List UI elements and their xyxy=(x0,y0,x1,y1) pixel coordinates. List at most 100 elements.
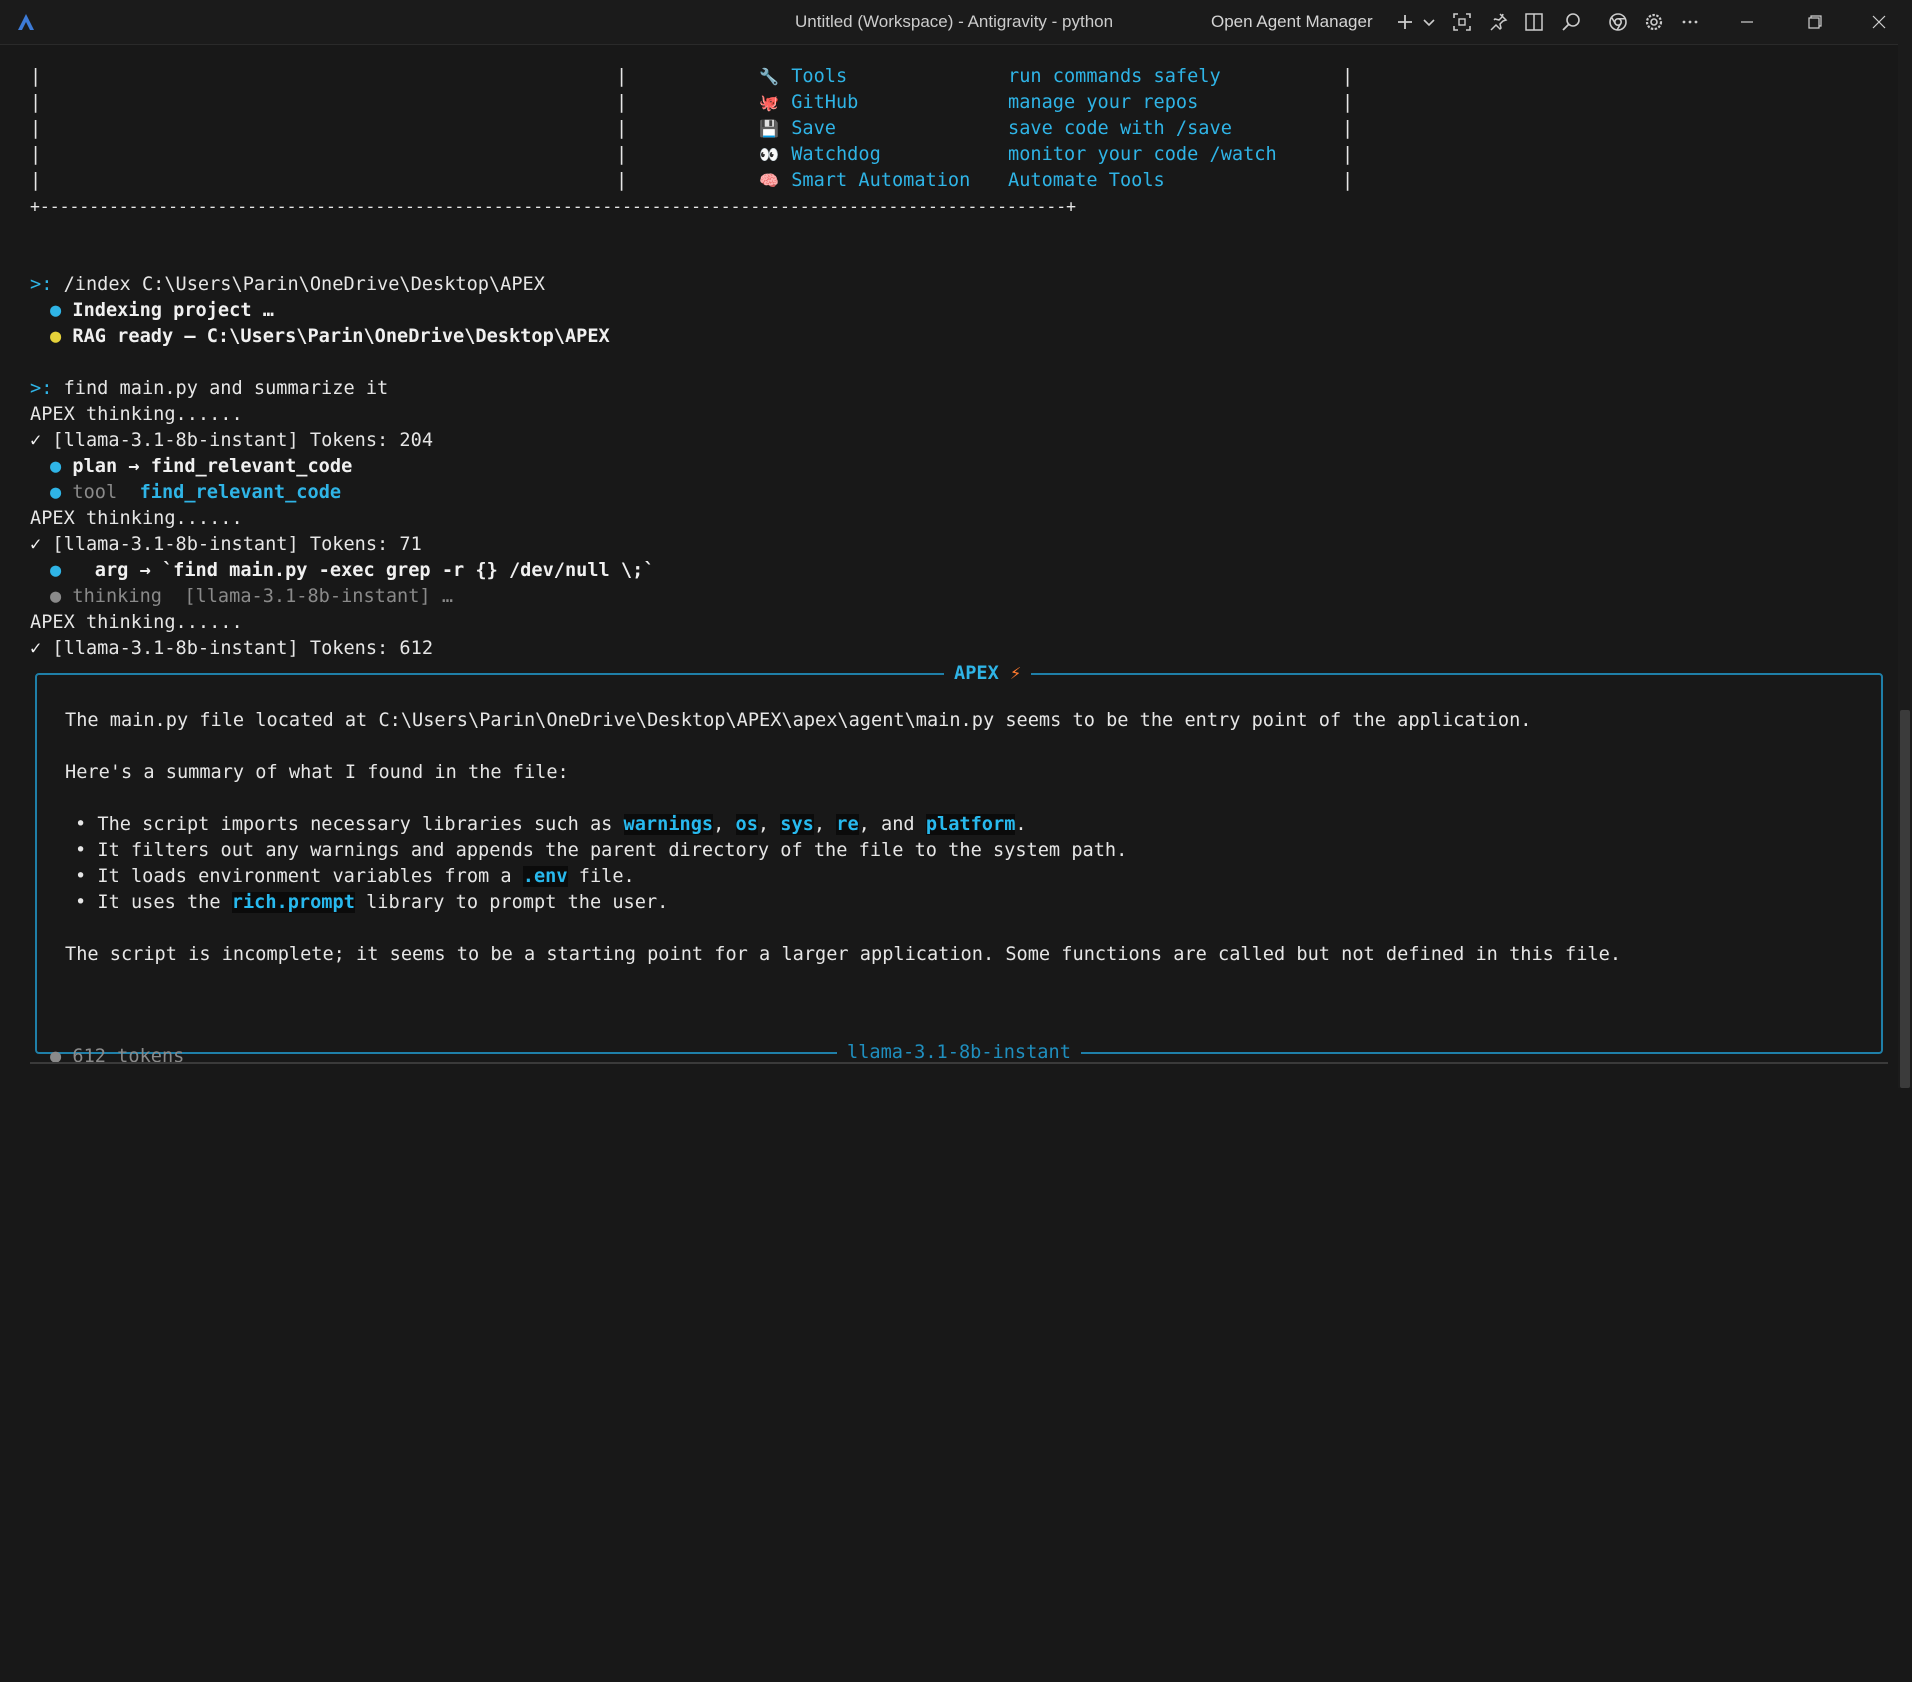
tool-name: Save xyxy=(791,118,836,139)
divider xyxy=(30,1062,1888,1064)
tool-description: Automate Tools xyxy=(1008,170,1165,191)
tool-name: GitHub xyxy=(791,92,859,113)
antigravity-logo-icon[interactable] xyxy=(14,10,38,34)
check-icon: ✓ xyxy=(30,638,42,659)
octopus-icon: 🐙 xyxy=(759,93,779,112)
table-border-left: | xyxy=(30,170,42,191)
arg-line: ● arg → `find main.py -exec grep -r {} /… xyxy=(50,560,655,581)
list-item: • It loads environment variables from a … xyxy=(75,866,635,887)
token-count-status: ● 612 tokens xyxy=(50,1046,185,1067)
close-button[interactable] xyxy=(1846,0,1912,44)
ellipsis-icon[interactable] xyxy=(1676,8,1704,36)
status-dot-icon: ● xyxy=(50,456,62,477)
thinking-line: APEX thinking...... xyxy=(30,508,243,529)
title-bar: Untitled (Workspace) - Antigravity - pyt… xyxy=(0,0,1912,45)
log-line-rag-ready: ● RAG ready — C:\Users\Parin\OneDrive\De… xyxy=(50,326,610,347)
apex-response-panel: APEX ⚡ The main.py file located at C:\Us… xyxy=(35,661,1883,1066)
thinking-status-line: ● thinking [llama-3.1-8b-instant] … xyxy=(50,586,454,607)
eyes-icon: 👀 xyxy=(759,145,779,164)
token-line: ✓ [llama-3.1-8b-instant] Tokens: 71 xyxy=(30,534,422,555)
table-border-left: | xyxy=(30,92,42,113)
tool-name: Watchdog xyxy=(791,144,881,165)
table-row: 💾 Save xyxy=(758,116,836,142)
check-icon: ✓ xyxy=(30,430,42,451)
table-border-right: | xyxy=(1342,170,1354,191)
status-dot-icon: ● xyxy=(50,326,62,347)
window-title: Untitled (Workspace) - Antigravity - pyt… xyxy=(795,12,1114,31)
command-text: find main.py and summarize it xyxy=(52,378,389,399)
table-border-left: | xyxy=(30,118,42,139)
code-token: platform xyxy=(925,814,1016,835)
command-line: >: find main.py and summarize it xyxy=(30,376,388,402)
tool-name: Tools xyxy=(791,66,848,87)
gear-icon[interactable] xyxy=(1640,8,1668,36)
table-row: 👀 Watchdog xyxy=(758,142,881,168)
command-text: /index C:\Users\Parin\OneDrive\Desktop\A… xyxy=(52,274,545,295)
table-row: 🔧 Tools xyxy=(758,64,847,90)
split-layout-icon[interactable] xyxy=(1520,8,1548,36)
response-conclusion: The script is incomplete; it seems to be… xyxy=(65,944,1622,965)
minimize-button[interactable] xyxy=(1714,0,1780,44)
scrollbar-thumb[interactable] xyxy=(1900,710,1910,1088)
code-token: rich.prompt xyxy=(231,892,355,913)
tool-description: save code with /save xyxy=(1008,118,1232,139)
focus-frame-icon[interactable] xyxy=(1448,8,1476,36)
tool-description: run commands safely xyxy=(1008,66,1221,87)
table-border-right: | xyxy=(1342,66,1354,87)
response-intro: The main.py file located at C:\Users\Par… xyxy=(65,710,1532,731)
table-border-mid: | xyxy=(616,170,628,191)
table-bottom-border: +---------------------------------------… xyxy=(30,197,1077,216)
token-line: ✓ [llama-3.1-8b-instant] Tokens: 204 xyxy=(30,430,434,451)
token-line: ✓ [llama-3.1-8b-instant] Tokens: 612 xyxy=(30,638,434,659)
floppy-disk-icon: 💾 xyxy=(759,119,779,138)
status-dot-icon: ● xyxy=(50,300,62,321)
log-line-indexing: ● Indexing project … xyxy=(50,300,274,321)
table-border-mid: | xyxy=(616,118,628,139)
table-border-left: | xyxy=(30,144,42,165)
response-summary-heading: Here's a summary of what I found in the … xyxy=(65,762,569,783)
status-dot-icon: ● xyxy=(50,560,62,581)
check-icon: ✓ xyxy=(30,534,42,555)
code-token: os xyxy=(735,814,758,835)
thinking-line: APEX thinking...... xyxy=(30,612,243,633)
code-token: re xyxy=(836,814,859,835)
table-border-mid: | xyxy=(616,144,628,165)
table-border-right: | xyxy=(1342,118,1354,139)
table-row: 🐙 GitHub xyxy=(758,90,858,116)
lightning-bolt-icon: ⚡ xyxy=(1009,663,1022,684)
table-border-right: | xyxy=(1342,144,1354,165)
table-border-left: | xyxy=(30,66,42,87)
tool-name: Smart Automation xyxy=(791,170,971,191)
table-border-mid: | xyxy=(616,92,628,113)
tool-line: ● tool find_relevant_code xyxy=(50,482,342,503)
status-dot-icon: ● xyxy=(50,482,62,503)
tool-description: manage your repos xyxy=(1008,92,1199,113)
plan-line: ● plan → find_relevant_code xyxy=(50,456,353,477)
table-row: 🧠 Smart Automation xyxy=(758,168,970,194)
open-agent-manager-button[interactable]: Open Agent Manager xyxy=(1211,12,1373,32)
terminal-panel[interactable]: | | 🔧 Tools run commands safely | | | 🐙 … xyxy=(0,44,1912,1088)
chrome-icon[interactable] xyxy=(1604,8,1632,36)
search-icon[interactable] xyxy=(1557,8,1585,36)
code-token: .env xyxy=(522,866,568,887)
chevron-down-icon[interactable] xyxy=(1415,8,1443,36)
code-token: warnings xyxy=(623,814,714,835)
tool-name: find_relevant_code xyxy=(139,482,342,503)
prompt-symbol: >: xyxy=(30,274,53,295)
table-border-right: | xyxy=(1342,92,1354,113)
table-border-mid: | xyxy=(616,66,628,87)
list-item: • It filters out any warnings and append… xyxy=(75,840,1128,861)
brain-icon: 🧠 xyxy=(759,171,779,190)
pin-icon[interactable] xyxy=(1484,8,1512,36)
thinking-line: APEX thinking...... xyxy=(30,404,243,425)
command-line: >: /index C:\Users\Parin\OneDrive\Deskto… xyxy=(30,272,545,298)
wrench-icon: 🔧 xyxy=(759,67,779,86)
prompt-symbol: >: xyxy=(30,378,53,399)
code-token: sys xyxy=(780,814,814,835)
restore-button[interactable] xyxy=(1782,0,1848,44)
list-item: • The script imports necessary libraries… xyxy=(75,814,1027,835)
status-dot-icon: ● xyxy=(50,586,62,607)
list-item: • It uses the rich.prompt library to pro… xyxy=(75,892,669,913)
panel-title: APEX ⚡ xyxy=(944,661,1032,687)
tool-description: monitor your code /watch xyxy=(1008,144,1277,165)
